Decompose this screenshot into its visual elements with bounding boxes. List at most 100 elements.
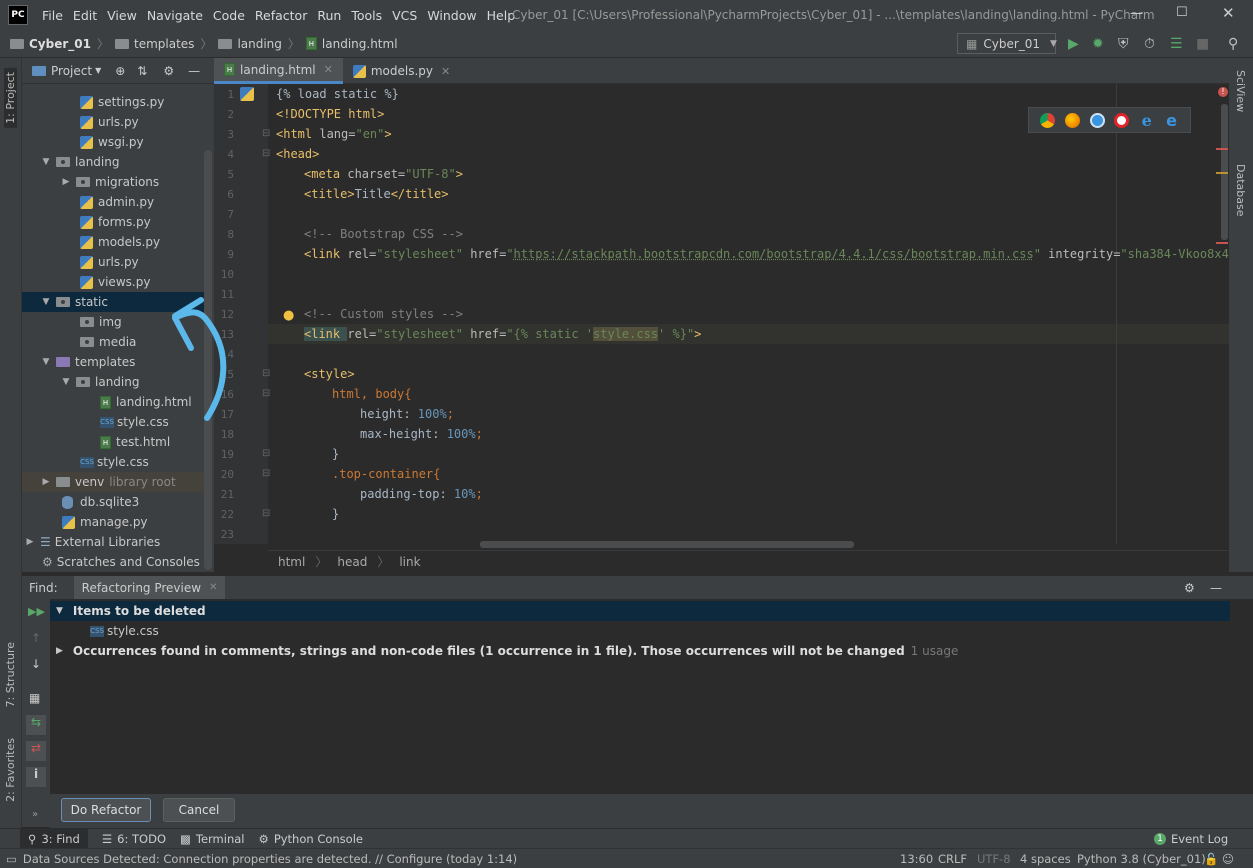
code-line-5[interactable]: <meta charset="UTF-8"> (304, 167, 463, 181)
coverage-icon[interactable]: ⛨ (1118, 36, 1129, 52)
code-line-12[interactable]: <!-- Custom styles --> (304, 307, 463, 321)
stop-icon[interactable]: ■ (1196, 36, 1209, 52)
refactoring-preview-tab[interactable]: Refactoring Preview ✕ (73, 575, 226, 600)
tree-item-urls-landing[interactable]: urls.py (22, 252, 207, 272)
lock-icon[interactable]: 🔓 (1204, 852, 1218, 866)
menu-edit[interactable]: Edit (68, 8, 102, 23)
line-separator[interactable]: CRLF (938, 852, 967, 866)
fold-marker-icon[interactable]: ⊟ (262, 368, 270, 379)
event-log-tool-tab[interactable]: 1 Event Log (1154, 832, 1228, 846)
debug-icon[interactable]: ✹ (1092, 36, 1104, 52)
profile-icon[interactable]: ⏱ (1144, 36, 1155, 52)
tree-item-admin[interactable]: admin.py (22, 192, 207, 212)
fold-marker-icon[interactable]: ⊟ (262, 468, 270, 479)
run-config-dropdown[interactable]: ▦ Cyber_01 ▼ (957, 33, 1057, 54)
tree-item-manage[interactable]: manage.py (22, 512, 207, 532)
database-tool-tab[interactable]: Database (1234, 164, 1247, 217)
code-line-17[interactable]: height: 100%; (360, 407, 454, 421)
code-line-22[interactable]: } (332, 507, 339, 521)
tree-item-landing[interactable]: ▼ landing (22, 152, 207, 172)
tree-item-urls[interactable]: urls.py (22, 112, 207, 132)
breadcrumb-project[interactable]: Cyber_01 (10, 37, 91, 51)
gear-icon[interactable]: ⚙ (163, 64, 174, 78)
code-line-3[interactable]: <html lang="en"> (276, 127, 392, 141)
project-view-dropdown[interactable]: Project (51, 64, 92, 78)
code-line-1[interactable]: {% load static %} (276, 87, 399, 101)
breadcrumb-templates[interactable]: templates (134, 37, 194, 51)
code-line-9[interactable]: <link rel="stylesheet" href="https://sta… (304, 247, 1229, 261)
fold-marker-icon[interactable]: ⊟ (262, 448, 270, 459)
error-indicator-icon[interactable]: ! (1218, 87, 1228, 97)
tree-item-migrations[interactable]: ▶ migrations (22, 172, 207, 192)
more-icon[interactable]: » (32, 809, 38, 820)
firefox-icon[interactable] (1064, 112, 1080, 128)
minimize-icon[interactable]: — (1130, 6, 1143, 21)
code-line-21[interactable]: padding-top: 10%; (360, 487, 483, 501)
code-line-13[interactable]: <link rel="stylesheet" href="{% static '… (304, 327, 701, 341)
file-encoding[interactable]: UTF-8 (977, 852, 1011, 866)
chrome-icon[interactable] (1039, 112, 1055, 128)
code-line-2[interactable]: <!DOCTYPE html> (276, 107, 384, 121)
tree-item-venv[interactable]: ▶ venv library root (22, 472, 204, 492)
arrow-up-icon[interactable]: ↑ (31, 631, 41, 645)
status-message[interactable]: Data Sources Detected: Connection proper… (23, 852, 517, 866)
result-items-to-delete[interactable]: ▼ Items to be deleted (50, 601, 1230, 621)
menu-vcs[interactable]: VCS (387, 8, 422, 23)
structure-tool-tab[interactable]: 7: Structure (4, 642, 17, 707)
menu-run[interactable]: Run (312, 8, 346, 23)
hide-panel-icon[interactable]: — (1210, 581, 1222, 595)
collapse-all-icon[interactable]: ⇅ (137, 64, 147, 78)
crumb-head[interactable]: head (337, 555, 367, 569)
menu-refactor[interactable]: Refactor (250, 8, 312, 23)
code-line-6[interactable]: <title>Title</title> (304, 187, 449, 201)
fold-marker-icon[interactable]: ⊟ (262, 508, 270, 519)
menu-navigate[interactable]: Navigate (142, 8, 208, 23)
concurrency-icon[interactable]: ☰ (1170, 36, 1183, 52)
fold-marker-icon[interactable]: ⊟ (262, 148, 270, 159)
arrow-down-icon[interactable]: ↓ (31, 657, 41, 671)
inspector-icon[interactable]: ☺ (1222, 852, 1234, 866)
editor-horizontal-scrollbar[interactable] (480, 541, 854, 548)
menu-view[interactable]: View (102, 8, 142, 23)
tree-item-wsgi[interactable]: wsgi.py (22, 132, 207, 152)
breadcrumb-landing[interactable]: landing (237, 37, 281, 51)
search-everywhere-icon[interactable]: ⚲ (1228, 36, 1238, 52)
code-line-18[interactable]: max-height: 100%; (360, 427, 483, 441)
internet-explorer-icon[interactable]: e (1139, 112, 1154, 128)
locate-icon[interactable]: ⊕ (115, 64, 125, 78)
rerun-icon[interactable]: ▶▶ (28, 605, 45, 618)
code-line-8[interactable]: <!-- Bootstrap CSS --> (304, 227, 463, 241)
indent-setting[interactable]: 4 spaces (1020, 852, 1071, 866)
result-occurrences[interactable]: ▶ Occurrences found in comments, strings … (50, 641, 958, 661)
tree-item-models[interactable]: models.py (22, 232, 207, 252)
run-icon[interactable]: ▶ (1068, 36, 1079, 52)
maximize-icon[interactable]: ☐ (1176, 5, 1188, 20)
tree-item-db[interactable]: db.sqlite3 (22, 492, 207, 512)
menu-window[interactable]: Window (422, 8, 481, 23)
code-line-19[interactable]: } (332, 447, 339, 461)
crumb-link[interactable]: link (399, 555, 420, 569)
fold-marker-icon[interactable]: ⊟ (262, 388, 270, 399)
sciview-tool-tab[interactable]: SciView (1234, 70, 1247, 112)
todo-tool-tab[interactable]: ☰ 6: TODO (102, 832, 166, 846)
do-refactor-button[interactable]: Do Refactor (61, 798, 151, 822)
safari-icon[interactable] (1089, 112, 1105, 128)
menu-code[interactable]: Code (208, 8, 250, 23)
info-icon[interactable]: i (26, 767, 46, 787)
tree-item-scratches[interactable]: ⚙ Scratches and Consoles (22, 552, 207, 572)
close-tab-icon[interactable]: ✕ (324, 63, 333, 76)
tree-item-test-html[interactable]: Htest.html (22, 432, 207, 452)
tab-models-py[interactable]: models.py ✕ (343, 58, 460, 84)
result-style-css[interactable]: CSS style.css (50, 621, 159, 641)
tree-item-external-libraries[interactable]: ▶ ☰ External Libraries (22, 532, 207, 552)
include-icon[interactable]: ⇆ (26, 715, 46, 735)
python-console-tool-tab[interactable]: ⚙ Python Console (259, 832, 363, 846)
caret-position[interactable]: 13:60 (900, 852, 933, 866)
breadcrumb-file[interactable]: landing.html (322, 37, 398, 51)
tab-landing-html[interactable]: Hlanding.html ✕ (214, 58, 343, 84)
terminal-tool-tab[interactable]: ▩ Terminal (180, 832, 244, 846)
tree-item-settings[interactable]: settings.py (22, 92, 207, 112)
opera-icon[interactable] (1114, 112, 1130, 128)
tree-item-views[interactable]: views.py (22, 272, 207, 292)
tree-item-forms[interactable]: forms.py (22, 212, 207, 232)
